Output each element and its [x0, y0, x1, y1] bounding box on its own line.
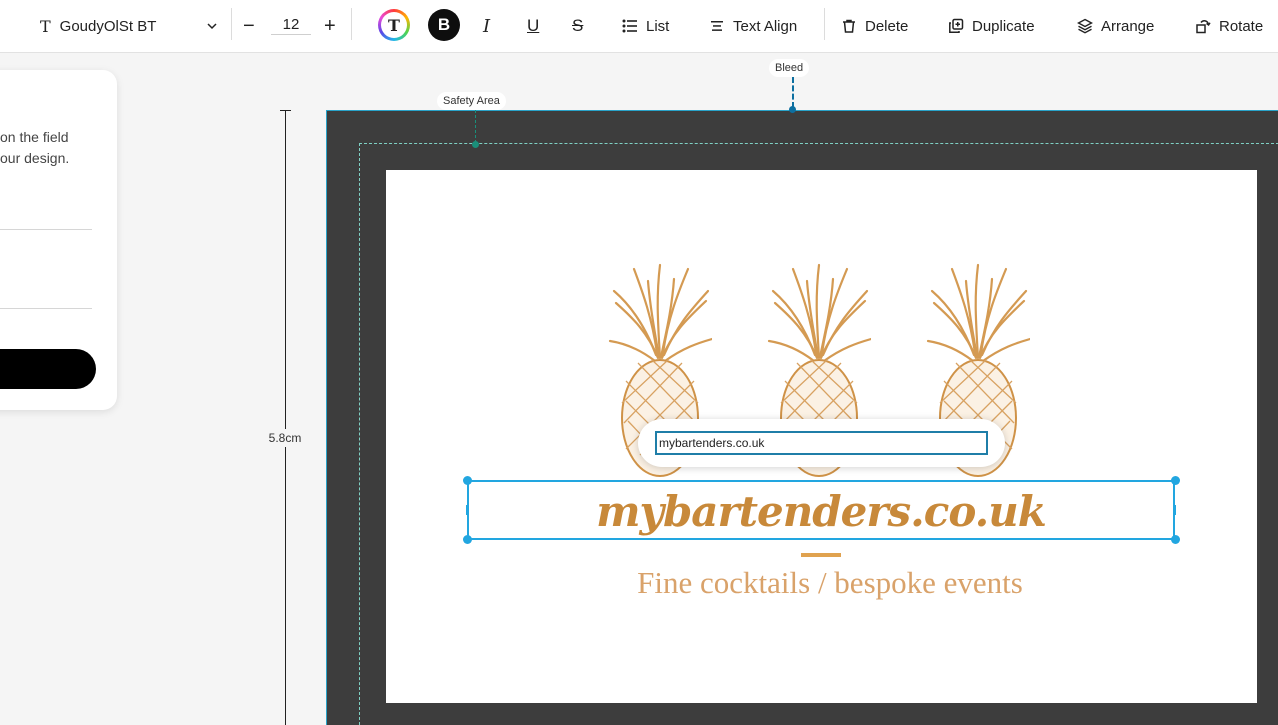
bleed-marker [789, 106, 796, 113]
safety-area-label: Safety Area [437, 92, 506, 110]
decrease-size-button[interactable]: − [243, 0, 255, 52]
bleed-label: Bleed [769, 59, 810, 77]
duplicate-button[interactable]: Duplicate [948, 0, 1035, 52]
resize-handle-bottom-left[interactable] [463, 535, 472, 544]
list-label: List [646, 17, 670, 35]
resize-handle-right[interactable] [1173, 505, 1176, 515]
height-ruler [285, 110, 286, 725]
increase-size-button[interactable]: + [324, 0, 336, 52]
text-color-button[interactable]: T [378, 9, 410, 41]
text-edit-input[interactable] [655, 431, 988, 455]
toolbar-divider [231, 8, 232, 40]
italic-button[interactable]: I [483, 0, 490, 52]
safety-area-marker [472, 141, 479, 148]
panel-field-underline[interactable] [0, 229, 92, 230]
list-button[interactable]: List [622, 0, 669, 52]
delete-button[interactable]: Delete [841, 0, 908, 52]
bold-button[interactable]: B [428, 9, 460, 41]
resize-handle-top-right[interactable] [1171, 476, 1180, 485]
height-ruler-cap [280, 110, 291, 111]
rotate-button[interactable]: Rotate [1195, 0, 1263, 52]
resize-handle-bottom-right[interactable] [1171, 535, 1180, 544]
text-edit-popup [638, 419, 1005, 467]
resize-handle-top-left[interactable] [463, 476, 472, 485]
arrange-button[interactable]: Arrange [1077, 0, 1154, 52]
resize-handle-left[interactable] [466, 505, 469, 515]
panel-field-underline[interactable] [0, 308, 92, 309]
text-align-icon [711, 21, 723, 31]
toolbar-divider [351, 8, 352, 40]
arrange-label: Arrange [1101, 17, 1155, 35]
underline-button[interactable]: U [527, 0, 539, 52]
duplicate-label: Duplicate [972, 17, 1035, 35]
text-toolbar: T GoudyOlSt BT − 12 + T B I U S List Tex… [0, 0, 1278, 53]
chevron-down-icon [207, 23, 217, 30]
text-align-label: Text Align [733, 17, 798, 35]
tagline-text[interactable]: Fine cocktails / bespoke events [540, 562, 1120, 604]
panel-hint-line-2: our design. [0, 150, 70, 166]
selection-box[interactable] [467, 480, 1175, 540]
rotate-icon [1196, 20, 1211, 34]
trash-icon [843, 19, 855, 33]
gold-divider [801, 553, 841, 557]
bleed-leader [792, 77, 794, 108]
delete-label: Delete [865, 17, 909, 35]
font-size-input[interactable]: 12 [271, 14, 311, 35]
text-icon: T [40, 16, 51, 36]
rotate-label: Rotate [1219, 17, 1264, 35]
strikethrough-button[interactable]: S [572, 0, 583, 52]
list-icon [622, 19, 637, 33]
duplicate-icon [949, 18, 964, 33]
font-family-value: GoudyOlSt BT [59, 17, 157, 35]
text-align-button[interactable]: Text Align [709, 0, 797, 52]
toolbar-divider [824, 8, 825, 40]
panel-primary-button[interactable] [0, 349, 96, 389]
height-measure-label: 5.8cm [262, 429, 308, 447]
layers-icon [1077, 18, 1093, 34]
panel-hint-line-1: on the field [0, 129, 69, 145]
text-color-icon: T [381, 12, 407, 38]
font-family-dropdown[interactable]: T GoudyOlSt BT [40, 0, 218, 52]
side-panel: on the field our design. [0, 70, 117, 410]
safety-area-leader [475, 110, 476, 143]
